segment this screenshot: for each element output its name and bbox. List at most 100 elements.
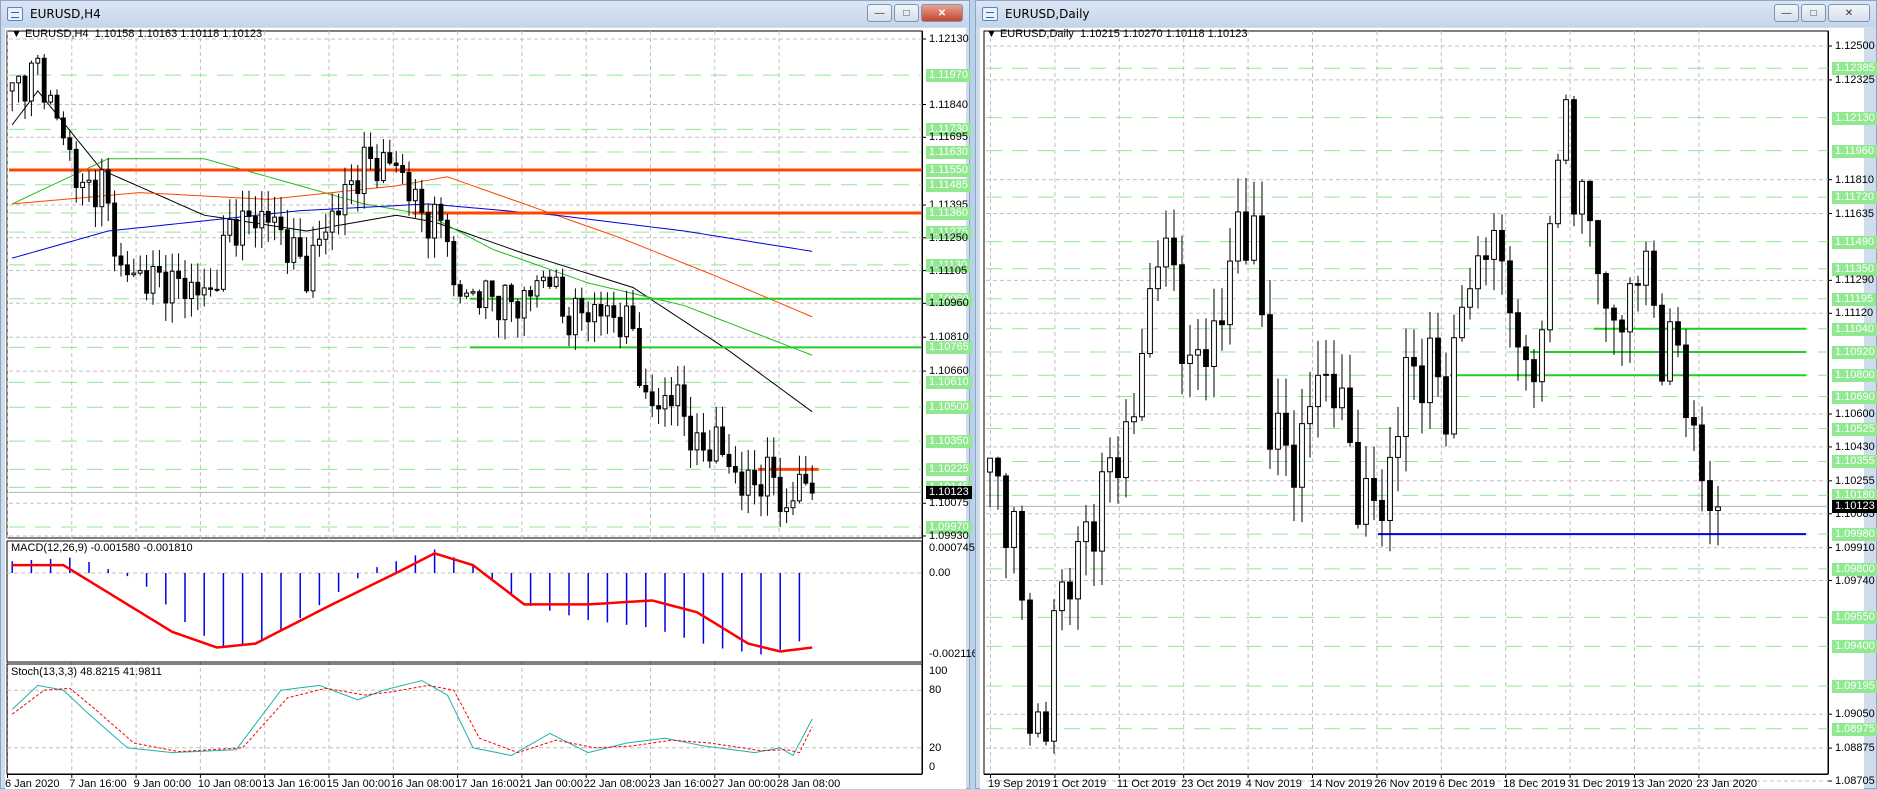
price-axis-label: 1.10610 bbox=[926, 376, 972, 390]
bullish-candle bbox=[592, 304, 598, 323]
ohlc-values: 1.10158 1.10163 1.10118 1.10123 bbox=[94, 28, 263, 40]
window-titlebar[interactable]: EURUSD,H4 — □ ✕ bbox=[1, 1, 969, 27]
chart-window-icon bbox=[7, 7, 23, 21]
price-axis-label: 1.08975 bbox=[1832, 722, 1877, 736]
bullish-candle bbox=[604, 305, 610, 317]
bullish-candle bbox=[572, 297, 578, 336]
price-axis-label: 1.10920 bbox=[1832, 346, 1877, 359]
bullish-candle bbox=[1147, 288, 1153, 355]
price-axis-label: 1.10225 bbox=[926, 463, 972, 477]
bullish-candle bbox=[1323, 373, 1329, 376]
bullish-candle bbox=[432, 203, 438, 239]
bullish-candle bbox=[1579, 180, 1585, 215]
restore-button[interactable]: □ bbox=[894, 4, 919, 22]
price-axis-label: 1.12130 bbox=[929, 33, 969, 45]
bullish-candle bbox=[220, 234, 226, 290]
bearish-candle bbox=[1347, 387, 1353, 443]
bullish-candle bbox=[150, 266, 156, 294]
bullish-candle bbox=[502, 284, 508, 321]
bearish-candle bbox=[124, 264, 130, 276]
bullish-candle bbox=[1627, 283, 1633, 333]
bearish-candle bbox=[668, 395, 674, 407]
price-axis-label: 1.11105 bbox=[929, 264, 968, 277]
price-axis-label: 1.11550 bbox=[926, 164, 971, 178]
bullish-candle bbox=[764, 456, 770, 497]
bullish-candle bbox=[1051, 610, 1057, 742]
time-axis-label: 1 Oct 2019 bbox=[1052, 778, 1107, 790]
bearish-candle bbox=[1203, 349, 1209, 367]
bearish-candle bbox=[777, 476, 783, 513]
dropdown-triangle-icon[interactable]: ▼ bbox=[11, 28, 22, 40]
bearish-candle bbox=[1179, 264, 1185, 364]
bullish-candle bbox=[470, 291, 476, 294]
close-button[interactable]: ✕ bbox=[1828, 4, 1870, 22]
bullish-candle bbox=[553, 276, 559, 287]
bullish-candle bbox=[1227, 260, 1233, 326]
price-axis-label: 1.11695 bbox=[929, 131, 968, 144]
bearish-candle bbox=[1043, 711, 1049, 742]
bullish-candle bbox=[16, 75, 22, 84]
bullish-candle bbox=[316, 238, 322, 246]
bullish-candle bbox=[1395, 436, 1401, 458]
bullish-candle bbox=[1363, 478, 1369, 525]
price-axis-label: 1.11720 bbox=[1832, 191, 1877, 205]
bullish-candle bbox=[1539, 329, 1545, 383]
bullish-candle bbox=[662, 395, 668, 410]
bearish-candle bbox=[560, 276, 566, 317]
bullish-candle bbox=[412, 188, 418, 202]
bearish-candle bbox=[681, 384, 687, 417]
bearish-candle bbox=[1659, 304, 1665, 382]
bullish-candle bbox=[227, 218, 233, 236]
chart-area-daily[interactable]: ▼ EURUSD,Daily 1.10215 1.10270 1.10118 1… bbox=[980, 28, 1877, 790]
window-titlebar[interactable]: EURUSD,Daily — □ ✕ bbox=[976, 1, 1876, 27]
bullish-candle bbox=[1163, 237, 1169, 268]
time-axis-label: 9 Jan 00:00 bbox=[133, 778, 192, 790]
price-axis-label: 1.08875 bbox=[1835, 742, 1875, 755]
ohlc-values: 1.10215 1.10270 1.10118 1.10123 bbox=[1080, 28, 1248, 40]
bullish-candle bbox=[380, 152, 386, 182]
minimize-button[interactable]: — bbox=[867, 4, 892, 22]
bullish-candle bbox=[28, 62, 34, 102]
dropdown-triangle-icon[interactable]: ▼ bbox=[986, 28, 997, 40]
bearish-candle bbox=[995, 457, 1001, 477]
chart-area-h4[interactable]: ▼ EURUSD,H4 1.10158 1.10163 1.10118 1.10… bbox=[5, 28, 978, 790]
bearish-candle bbox=[771, 456, 777, 478]
time-axis-label: 13 Jan 2020 bbox=[1632, 778, 1693, 790]
price-axis-label: 1.10600 bbox=[1835, 407, 1875, 420]
time-axis-label: 28 Jan 08:00 bbox=[776, 778, 841, 790]
bullish-candle bbox=[796, 473, 802, 502]
bearish-candle bbox=[1267, 314, 1273, 450]
chart-window-h4: EURUSD,H4 — □ ✕ ▼ EURUSD,H4 1.10158 1.10… bbox=[0, 0, 978, 790]
price-axis-label: 1.10255 bbox=[1835, 474, 1875, 487]
bearish-candle bbox=[406, 171, 412, 202]
bullish-candle bbox=[1123, 421, 1129, 479]
bullish-candle bbox=[624, 305, 630, 338]
bearish-candle bbox=[758, 484, 764, 497]
bearish-candle bbox=[1243, 211, 1249, 261]
bearish-candle bbox=[1115, 457, 1121, 479]
bullish-candle bbox=[80, 181, 86, 188]
bearish-candle bbox=[1355, 441, 1361, 525]
price-chart[interactable] bbox=[980, 28, 1864, 789]
bearish-candle bbox=[1683, 344, 1689, 419]
bullish-candle bbox=[790, 500, 796, 509]
bearish-candle bbox=[400, 165, 406, 173]
time-axis-label: 27 Jan 00:00 bbox=[712, 778, 776, 790]
bullish-candle bbox=[987, 457, 993, 473]
macd-axis-label: 0.000745 bbox=[929, 542, 975, 554]
bearish-candle bbox=[700, 432, 706, 451]
bullish-candle bbox=[483, 280, 489, 309]
price-axis-label: 1.11635 bbox=[1835, 207, 1874, 220]
bullish-candle bbox=[694, 432, 700, 451]
price-axis-label: 1.12500 bbox=[1835, 40, 1875, 52]
bullish-candle bbox=[86, 179, 92, 183]
bearish-candle bbox=[118, 255, 124, 266]
minimize-button[interactable]: — bbox=[1774, 4, 1799, 22]
bullish-candle bbox=[675, 384, 681, 407]
restore-button[interactable]: □ bbox=[1801, 4, 1826, 22]
close-button[interactable]: ✕ bbox=[921, 4, 963, 22]
bearish-candle bbox=[368, 146, 374, 159]
bearish-candle bbox=[1699, 424, 1705, 482]
time-axis-label: 14 Nov 2019 bbox=[1310, 778, 1373, 790]
price-axis-label: 1.10800 bbox=[1832, 369, 1877, 383]
